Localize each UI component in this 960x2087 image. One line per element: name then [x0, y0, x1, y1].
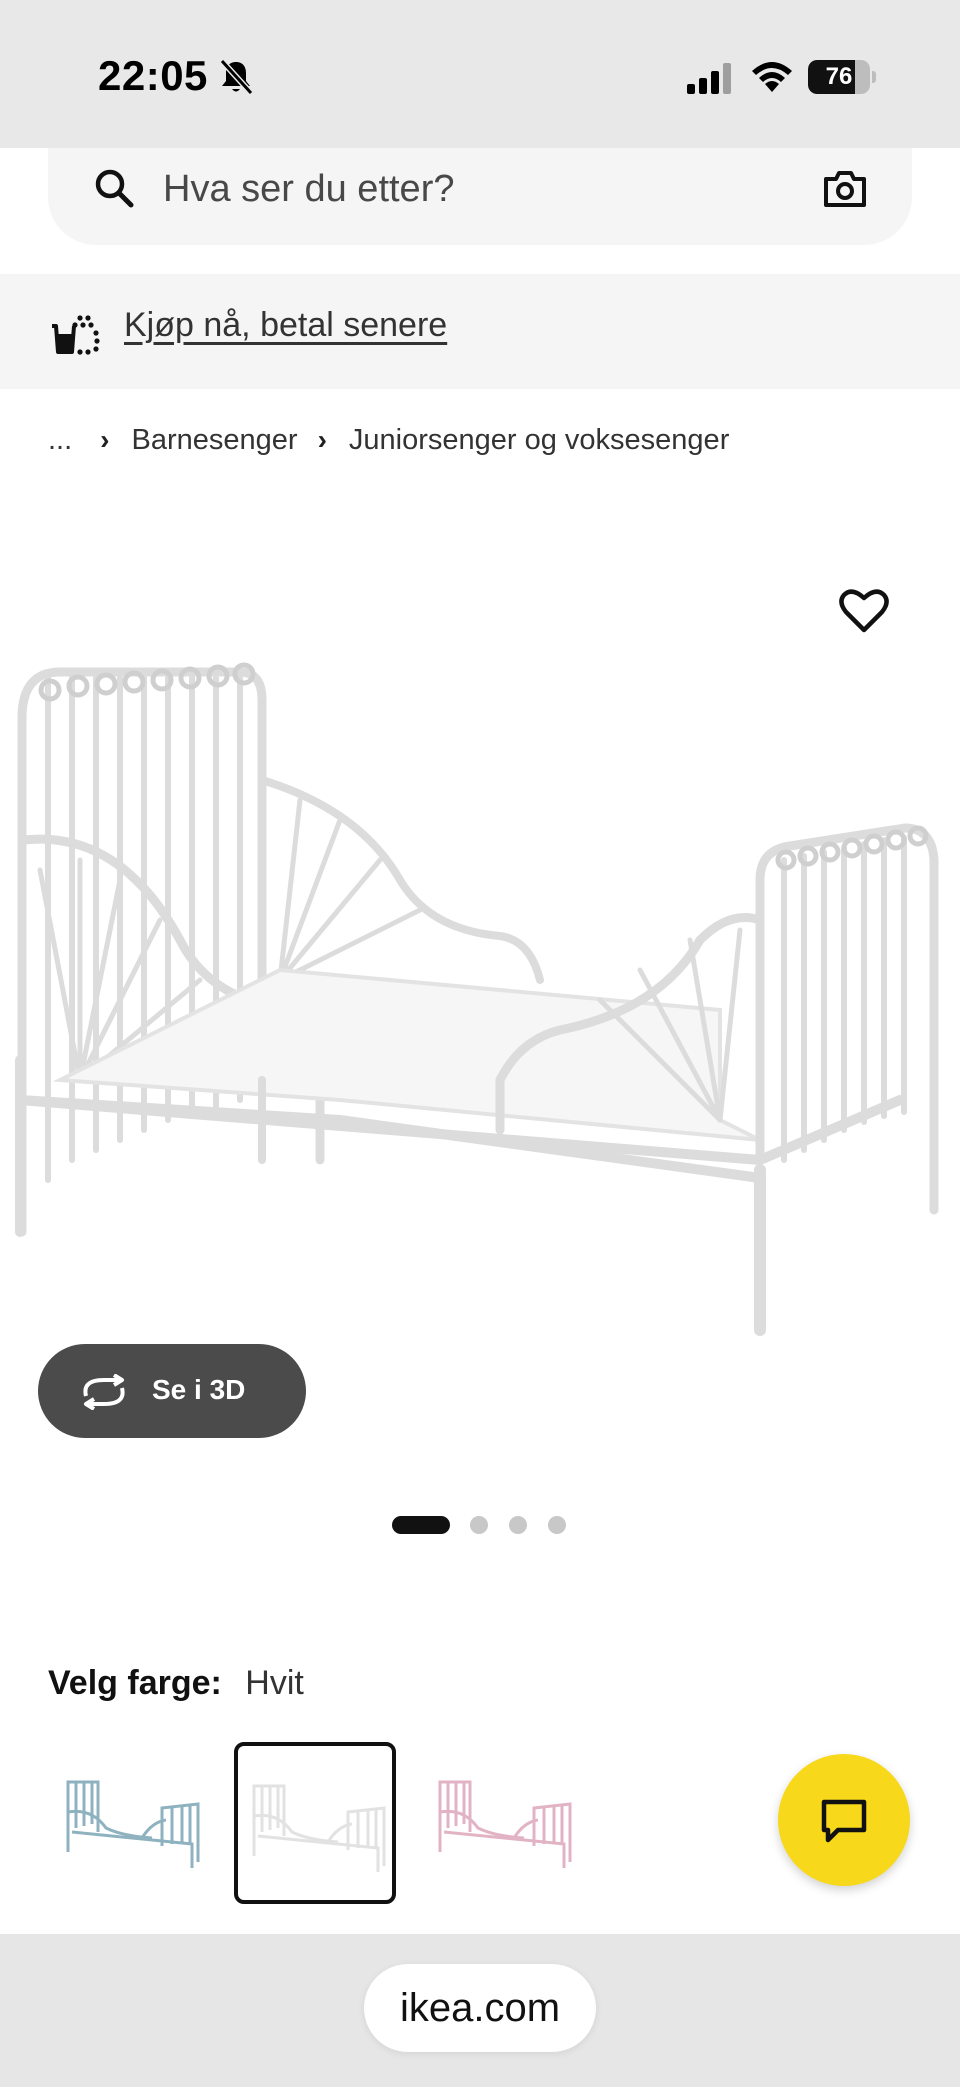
color-label-text: Velg farge:	[48, 1664, 222, 1702]
camera-icon[interactable]	[822, 168, 868, 210]
breadcrumb: ... › Barnesenger › Juniorsenger og voks…	[48, 420, 729, 460]
selected-color-value: Hvit	[245, 1664, 304, 1702]
breadcrumb-ellipsis[interactable]: ...	[48, 424, 72, 457]
breadcrumb-item-barnesenger[interactable]: Barnesenger	[132, 424, 298, 457]
chat-bubble-icon	[821, 1799, 867, 1843]
battery-percent: 76	[825, 63, 853, 90]
buy-now-pay-later-banner: Kjøp nå, betal senere	[0, 274, 960, 389]
buy-now-pay-later-link[interactable]: Kjøp nå, betal senere	[124, 306, 447, 345]
view-in-3d-label: Se i 3D	[152, 1374, 246, 1405]
chevron-right-icon: ›	[100, 424, 110, 455]
pagination-dot[interactable]	[509, 1516, 527, 1534]
shopping-cart-icon	[52, 315, 100, 355]
color-swatch-white[interactable]	[234, 1742, 396, 1904]
bell-slash-icon	[219, 58, 254, 96]
address-bar[interactable]: ikea.com	[364, 1964, 596, 2052]
breadcrumb-item-juniorsenger[interactable]: Juniorsenger og voksesenger	[349, 424, 729, 457]
color-selector-label: Velg farge: Hvit	[48, 1664, 304, 1703]
product-image-bed[interactable]	[0, 560, 960, 1350]
bed-thumbnail-pink	[438, 1780, 572, 1868]
pagination-dot[interactable]	[470, 1516, 488, 1534]
search-input[interactable]: Hva ser du etter?	[48, 148, 912, 245]
pagination-dot[interactable]	[548, 1516, 566, 1534]
chat-button[interactable]	[778, 1754, 910, 1886]
bed-thumbnail-white	[252, 1784, 386, 1872]
search-placeholder: Hva ser du etter?	[163, 168, 455, 210]
battery-indicator: 76	[808, 60, 876, 94]
view-in-3d-button[interactable]: Se i 3D	[38, 1344, 306, 1438]
image-pagination	[392, 1515, 587, 1535]
heart-icon[interactable]	[838, 586, 890, 634]
bed-thumbnail-blue	[66, 1780, 200, 1868]
search-icon	[95, 169, 134, 208]
cellular-signal-icon	[687, 63, 731, 94]
color-swatch-pink[interactable]	[424, 1742, 586, 1904]
status-time: 22:05	[98, 52, 208, 99]
chevron-right-icon: ›	[317, 424, 327, 455]
browser-bottom-bar: ikea.com	[0, 1934, 960, 2087]
search-bar-container: Hva ser du etter?	[0, 148, 960, 274]
status-bar: 22:05 76	[0, 0, 960, 148]
pagination-dot[interactable]	[392, 1516, 450, 1534]
rotate-3d-icon	[83, 1374, 125, 1410]
wifi-icon	[752, 62, 792, 92]
url-text: ikea.com	[399, 1986, 561, 2030]
color-swatch-blue[interactable]	[52, 1742, 214, 1904]
